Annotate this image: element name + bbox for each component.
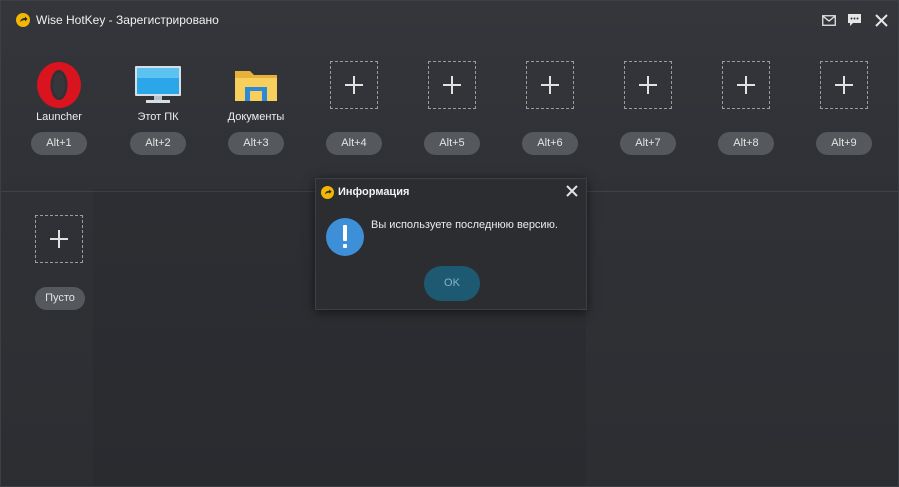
hotkey-slot-empty[interactable]: Alt+4 (309, 57, 399, 157)
hotkey-badge[interactable]: Alt+3 (228, 132, 284, 155)
hotkey-slot-empty[interactable]: Alt+5 (407, 57, 497, 157)
app-logo-icon (16, 13, 30, 27)
add-slot-button[interactable] (722, 61, 770, 109)
dialog-title: Информация (338, 186, 410, 198)
mail-icon[interactable] (821, 11, 837, 29)
ok-button[interactable]: OK (424, 266, 480, 301)
info-dialog: Информация Вы используете последнюю верс… (315, 178, 587, 310)
feedback-icon[interactable] (846, 11, 862, 29)
plus-icon (50, 230, 68, 248)
main-window: Wise HotKey - Зарегистрировано Launcher … (0, 0, 899, 487)
add-slot-button[interactable] (330, 61, 378, 109)
hotkey-badge[interactable]: Alt+8 (718, 132, 774, 155)
hotkey-slot[interactable]: Launcher Alt+1 (14, 57, 104, 157)
hotkey-slot[interactable]: Этот ПК Alt+2 (113, 57, 203, 157)
hotkey-badge[interactable]: Alt+6 (522, 132, 578, 155)
slot-label: Этот ПК (137, 111, 179, 123)
add-slot-button[interactable] (526, 61, 574, 109)
new-hotkey-slot[interactable]: Пусто (14, 211, 104, 311)
hotkey-badge[interactable]: Alt+2 (130, 132, 186, 155)
slot-label: Документы (227, 111, 285, 123)
close-icon[interactable] (873, 11, 889, 29)
hotkey-slot-empty[interactable]: Alt+8 (701, 57, 791, 157)
hotkey-slot-empty[interactable]: Alt+6 (505, 57, 595, 157)
plus-icon (345, 76, 363, 94)
slot-label: Launcher (36, 111, 82, 123)
folder-icon (232, 61, 280, 109)
empty-slot-badge[interactable]: Пусто (35, 287, 85, 310)
add-slot-button[interactable] (624, 61, 672, 109)
add-slot-button[interactable] (35, 215, 83, 263)
app-logo-icon (321, 186, 334, 199)
monitor-icon (134, 61, 182, 109)
hotkey-badge[interactable]: Alt+1 (31, 132, 87, 155)
add-slot-button[interactable] (820, 61, 868, 109)
add-slot-button[interactable] (428, 61, 476, 109)
titlebar[interactable]: Wise HotKey - Зарегистрировано (1, 1, 898, 39)
plus-icon (639, 76, 657, 94)
plus-icon (443, 76, 461, 94)
dialog-close-icon[interactable] (564, 183, 580, 199)
hotkey-badge[interactable]: Alt+9 (816, 132, 872, 155)
plus-icon (835, 76, 853, 94)
hotkey-badge[interactable]: Alt+7 (620, 132, 676, 155)
hotkey-badge[interactable]: Alt+4 (326, 132, 382, 155)
hotkey-slots-row: Launcher Alt+1 Этот ПК Alt+2 Документы A… (1, 57, 898, 167)
dialog-message: Вы используете последнюю версию. (371, 219, 558, 231)
hotkey-badge[interactable]: Alt+5 (424, 132, 480, 155)
plus-icon (541, 76, 559, 94)
info-exclamation-icon (326, 218, 364, 256)
hotkey-slot-empty[interactable]: Alt+7 (603, 57, 693, 157)
hotkey-slot-empty[interactable]: Alt+9 (799, 57, 889, 157)
window-title: Wise HotKey - Зарегистрировано (36, 13, 219, 27)
opera-icon (35, 61, 83, 109)
hotkey-slot[interactable]: Документы Alt+3 (211, 57, 301, 157)
plus-icon (737, 76, 755, 94)
